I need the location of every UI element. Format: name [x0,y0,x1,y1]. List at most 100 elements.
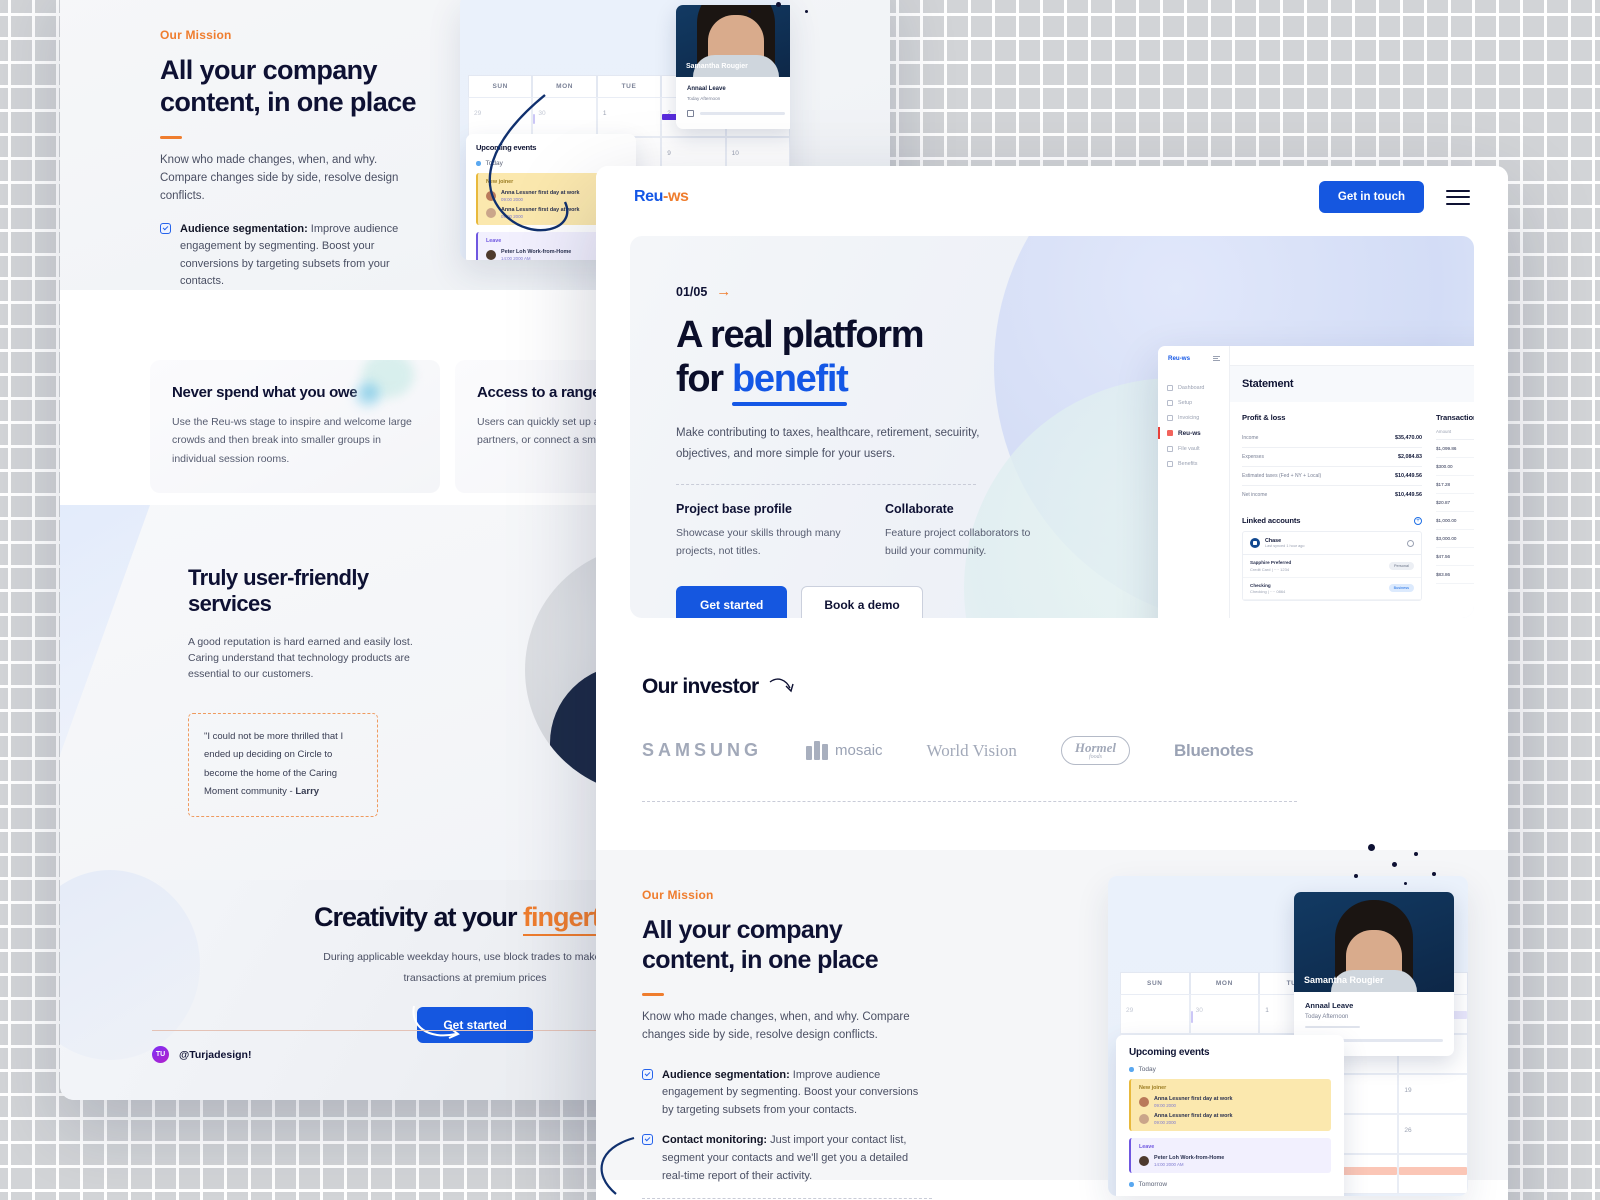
calendar-cell[interactable]: 30 [1189,994,1260,1034]
squiggle-decoration [488,94,569,232]
nav-label: Setup [1178,399,1193,406]
calendar-cell[interactable]: 26 [1398,1114,1468,1154]
transactions-title: Transactions [1436,413,1474,422]
decorative-shape [60,505,150,755]
get-in-touch-button[interactable]: Get in touch [1318,181,1424,213]
account-name: Checking [1250,582,1271,588]
dashboard-page-header: Statement Add account Record tra [1230,366,1474,402]
chart-icon [687,110,694,117]
hero-book-demo-button[interactable]: Book a demo [801,586,923,618]
tx-amount: $300.00 [1436,464,1453,469]
calendar-date: 9 [667,150,671,157]
profit-value: $10,449.56 [1395,492,1422,498]
add-linked-account-icon[interactable]: + [1414,516,1422,525]
right-mission-section: Our Mission All your company content, in… [596,844,1508,1200]
hero-title-line2-plain: for [676,358,733,401]
event-item[interactable]: Anna Lessner first day at work 09:00 2000 [1139,1113,1323,1125]
profile-event: Annaal Leave [687,86,726,92]
event-item[interactable]: Peter Loh Work-from-Home 14:00 2000 AM [1139,1155,1323,1167]
event-group-new-joiner[interactable]: New joiner Anna Lessner first day at wor… [1129,1079,1331,1131]
right-mission-lead: Know who made changes, when, and why. Co… [642,1011,910,1041]
hero-slide-counter[interactable]: 01/05 → [676,284,1050,299]
hero-col-project-base-profile: Project base profile Showcase your skill… [676,502,841,560]
brand-logo[interactable]: Reu-ws [634,188,689,206]
transactions-header-row: Amount Date Account [1436,429,1474,440]
dashboard-main: SA Sarah A Park Ago Statement Add accoun… [1230,346,1474,618]
transactions-col-amount[interactable]: Amount [1436,429,1474,434]
dashboard-page-title: Statement [1242,378,1294,390]
footer-handle[interactable]: @Turjadesign! [179,1049,251,1061]
hero-get-started-button[interactable]: Get started [676,586,788,618]
calendar-event-bar [1399,1167,1467,1175]
profit-value: $35,470.00 [1395,435,1422,441]
hero-col-collaborate: Collaborate Feature project collaborator… [885,502,1050,560]
dashboard-sidebar: Reu-ws Dashboard Setup Invoicing Reu-ws … [1158,346,1230,618]
header-actions: Get in touch [1318,181,1470,213]
bank-sync-status: Last synced 1 hour ago [1265,544,1305,548]
checkbox-checked-icon [160,222,171,234]
card-body: Use the Reu-ws stage to inspire and welc… [172,415,412,465]
dashboard-nav-benefits[interactable]: Benefits [1158,456,1229,471]
dashboard-nav-file-vault[interactable]: File vault [1158,441,1229,456]
profile-details: Annaal Leave Today Afternoon [676,77,790,129]
tx-amount: $17.28 [1436,482,1451,487]
right-page-sheet: Reu-ws Get in touch 01/05 → A real platf… [596,166,1508,1200]
quote-text: "I could not be more thrilled that I end… [204,730,344,798]
dashboard-mockup: Reu-ws Dashboard Setup Invoicing Reu-ws … [1158,346,1474,618]
investors-section: Our investor SAMSUNG mosaic World Vision… [596,618,1508,802]
arrow-right-icon[interactable]: → [716,284,731,299]
dashboard-nav-invoicing[interactable]: Invoicing [1158,410,1229,425]
calendar-date: 26 [1404,1127,1412,1134]
hamburger-icon[interactable] [1446,189,1470,205]
calendar-date: 10 [731,150,739,157]
dashboard-nav-dashboard[interactable]: Dashboard [1158,380,1229,395]
dashboard-nav-reu-ws[interactable]: Reu-ws [1158,425,1229,441]
nav-label: Invoicing [1178,414,1200,421]
tx-amount: $3,000.00 [1436,536,1457,541]
profit-label: Expenses [1242,454,1264,460]
profit-row: Net income $10,449.56 [1242,486,1422,504]
hero-divider [676,484,976,486]
refresh-icon[interactable] [1407,539,1414,547]
calendar-date: 30 [1195,1007,1203,1014]
cta-sub: During applicable weekday hours, use blo… [323,951,627,984]
checkbox-checked-icon [642,1068,653,1080]
dashboard-nav-setup[interactable]: Setup [1158,395,1229,410]
linked-accounts-header: Linked accounts + [1242,516,1422,525]
calendar-cell[interactable]: 19 [1398,1074,1468,1114]
tx-amount: $1,000.00 [1436,518,1457,523]
hero-title-accent: benefit [732,358,849,407]
calendar-date: 1 [1265,1007,1269,1014]
logo-bluenotes: Bluenotes [1174,740,1254,760]
calendar-date: 29 [1126,1007,1134,1014]
right-feature-item: Contact monitoring: Just import your con… [642,1132,932,1185]
mosaic-bars-icon [806,741,829,760]
cta-title-plain: Creativity at your [313,902,524,932]
profit-label: Estimated taxes (Fed + NY + Local) [1242,473,1322,479]
services-title-line2: services [188,591,272,617]
profile-meta-row [687,110,785,117]
account-detail: Credit Card | ···· 1234 [1250,566,1290,572]
calendar-cell[interactable]: 29 [1120,994,1190,1034]
nav-label: Benefits [1178,460,1198,467]
profit-label: Net income [1242,492,1268,498]
left-feature-item: Audience segmentation: Improve audience … [160,221,425,291]
calendar-cell[interactable]: 2 [1398,1154,1468,1194]
right-mission-title-line1: All your company [642,916,843,944]
nav-label: Dashboard [1178,384,1205,391]
collapse-icon[interactable] [1213,356,1220,361]
tx-amount: $83.86 [1436,572,1451,577]
table-row: $1,000.00Jul 29, 2020 [1436,512,1474,530]
right-feature-item: Audience segmentation: Improve audience … [642,1067,932,1120]
event-group-leave[interactable]: Leave Peter Loh Work-from-Home 14:00 2000… [1129,1138,1331,1173]
table-row: $47.56Jul 28, 2020 [1436,548,1474,566]
logo-mosaic-text: mosaic [835,742,883,759]
account-name: Sapphire Preferred [1250,560,1292,565]
dashboard-body: Profit & loss Income $35,470.00 Expenses $… [1230,402,1474,618]
event-item[interactable]: Anna Lessner first day at work 09:00 2000 [1139,1096,1323,1108]
event-time: 14:00 2000 AM [1154,1162,1184,1167]
squiggle-decoration [600,1136,635,1195]
right-calendar-mock: SUN MON TUE WED THU 29 30 1 2 3 6 7 8 [1108,876,1468,1196]
profile-photo: Samantha Rougier [1294,892,1454,992]
linked-accounts-title: Linked accounts [1242,516,1301,525]
